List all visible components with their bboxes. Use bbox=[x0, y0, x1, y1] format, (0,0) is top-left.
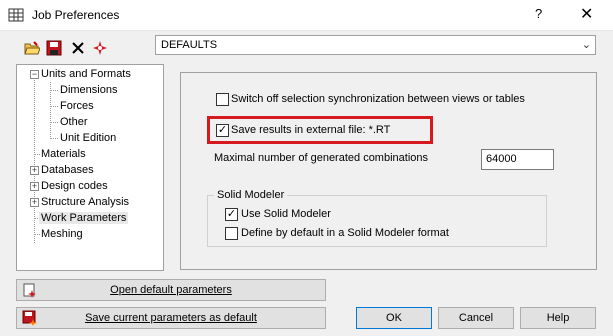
tree-item-unit-edition[interactable]: Unit Edition bbox=[60, 130, 116, 146]
tree-item-design-codes[interactable]: Design codes bbox=[41, 178, 108, 194]
collapse-icon[interactable]: − bbox=[30, 70, 39, 79]
help-title-button[interactable]: ? bbox=[535, 6, 542, 21]
define-default-checkbox[interactable] bbox=[225, 227, 238, 240]
title-bar: Job Preferences ? ✕ bbox=[0, 0, 613, 31]
save-icon[interactable] bbox=[46, 40, 62, 56]
solid-modeler-group bbox=[207, 195, 547, 247]
preferences-tree[interactable]: − Units and Formats Dimensions Forces Ot… bbox=[16, 64, 164, 271]
tree-item-meshing[interactable]: Meshing bbox=[41, 226, 83, 242]
tree-item-label: Other bbox=[60, 116, 88, 128]
tree-item-label: Work Parameters bbox=[39, 212, 129, 224]
tree-connector bbox=[34, 234, 40, 235]
tree-connector bbox=[50, 138, 58, 139]
help-label: Help bbox=[546, 312, 570, 324]
tree-item-other[interactable]: Other bbox=[60, 114, 88, 130]
expand-icon[interactable]: + bbox=[30, 198, 39, 207]
tree-item-databases[interactable]: Databases bbox=[41, 162, 94, 178]
tree-item-units-and-formats[interactable]: Units and Formats bbox=[41, 66, 131, 82]
max-combinations-field[interactable]: 64000 bbox=[481, 149, 554, 170]
expand-icon[interactable]: + bbox=[30, 182, 39, 191]
combo-value: DEFAULTS bbox=[161, 39, 218, 51]
cancel-button[interactable]: Cancel bbox=[438, 307, 514, 329]
tree-item-materials[interactable]: Materials bbox=[41, 146, 86, 162]
app-icon bbox=[8, 8, 24, 22]
tree-item-label: Dimensions bbox=[60, 84, 118, 96]
help-button[interactable]: Help bbox=[520, 307, 596, 329]
save-default-label: Save current parameters as default bbox=[85, 312, 257, 324]
tree-item-label: Meshing bbox=[41, 228, 83, 240]
define-default-label: Define by default in a Solid Modeler for… bbox=[241, 227, 449, 239]
tree-connector bbox=[34, 154, 40, 155]
tree-connector bbox=[50, 90, 58, 91]
tree-item-label: Design codes bbox=[41, 180, 108, 192]
highlight-box bbox=[207, 116, 433, 144]
tree-item-label: Databases bbox=[41, 164, 94, 176]
open-default-label: Open default parameters bbox=[110, 284, 232, 296]
save-default-button[interactable]: Save current parameters as default bbox=[16, 307, 326, 329]
expand-icon[interactable]: + bbox=[30, 166, 39, 175]
solid-modeler-group-title: Solid Modeler bbox=[214, 189, 288, 201]
chevron-down-icon[interactable]: ⌄ bbox=[582, 38, 591, 51]
ok-label: OK bbox=[386, 312, 402, 324]
open-default-button[interactable]: Open default parameters bbox=[16, 279, 326, 301]
cancel-label: Cancel bbox=[458, 312, 494, 324]
max-combinations-label: Maximal number of generated combinations bbox=[214, 152, 429, 164]
close-button[interactable]: ✕ bbox=[580, 4, 593, 24]
open-default-icon bbox=[23, 283, 36, 298]
save-default-icon bbox=[22, 310, 37, 326]
tree-item-dimensions[interactable]: Dimensions bbox=[60, 82, 117, 98]
tree-item-label: Units and Formats bbox=[41, 68, 131, 80]
use-solid-modeler-label: Use Solid Modeler bbox=[241, 208, 331, 220]
reset-spark-icon[interactable] bbox=[92, 40, 108, 56]
open-folder-icon[interactable] bbox=[24, 40, 40, 56]
use-solid-modeler-checkbox[interactable]: ✓ bbox=[225, 208, 238, 221]
tree-item-label: Structure Analysis bbox=[41, 196, 130, 208]
tree-item-structure-analysis[interactable]: Structure Analysis bbox=[41, 194, 129, 210]
tree-item-label: Unit Edition bbox=[60, 132, 117, 144]
tree-connector bbox=[50, 106, 58, 107]
switch-off-sync-checkbox[interactable] bbox=[216, 93, 229, 106]
tree-item-label: Materials bbox=[41, 148, 86, 160]
tree-item-label: Forces bbox=[60, 100, 94, 112]
ok-button[interactable]: OK bbox=[356, 307, 432, 329]
switch-off-sync-label: Switch off selection synchronization bet… bbox=[231, 93, 525, 105]
tree-item-work-parameters[interactable]: Work Parameters bbox=[39, 210, 129, 226]
delete-icon[interactable] bbox=[70, 40, 86, 56]
preferences-combo[interactable]: DEFAULTS ⌄ bbox=[155, 35, 596, 55]
tree-item-forces[interactable]: Forces bbox=[60, 98, 94, 114]
tree-connector bbox=[50, 122, 58, 123]
window-title: Job Preferences bbox=[32, 8, 120, 22]
